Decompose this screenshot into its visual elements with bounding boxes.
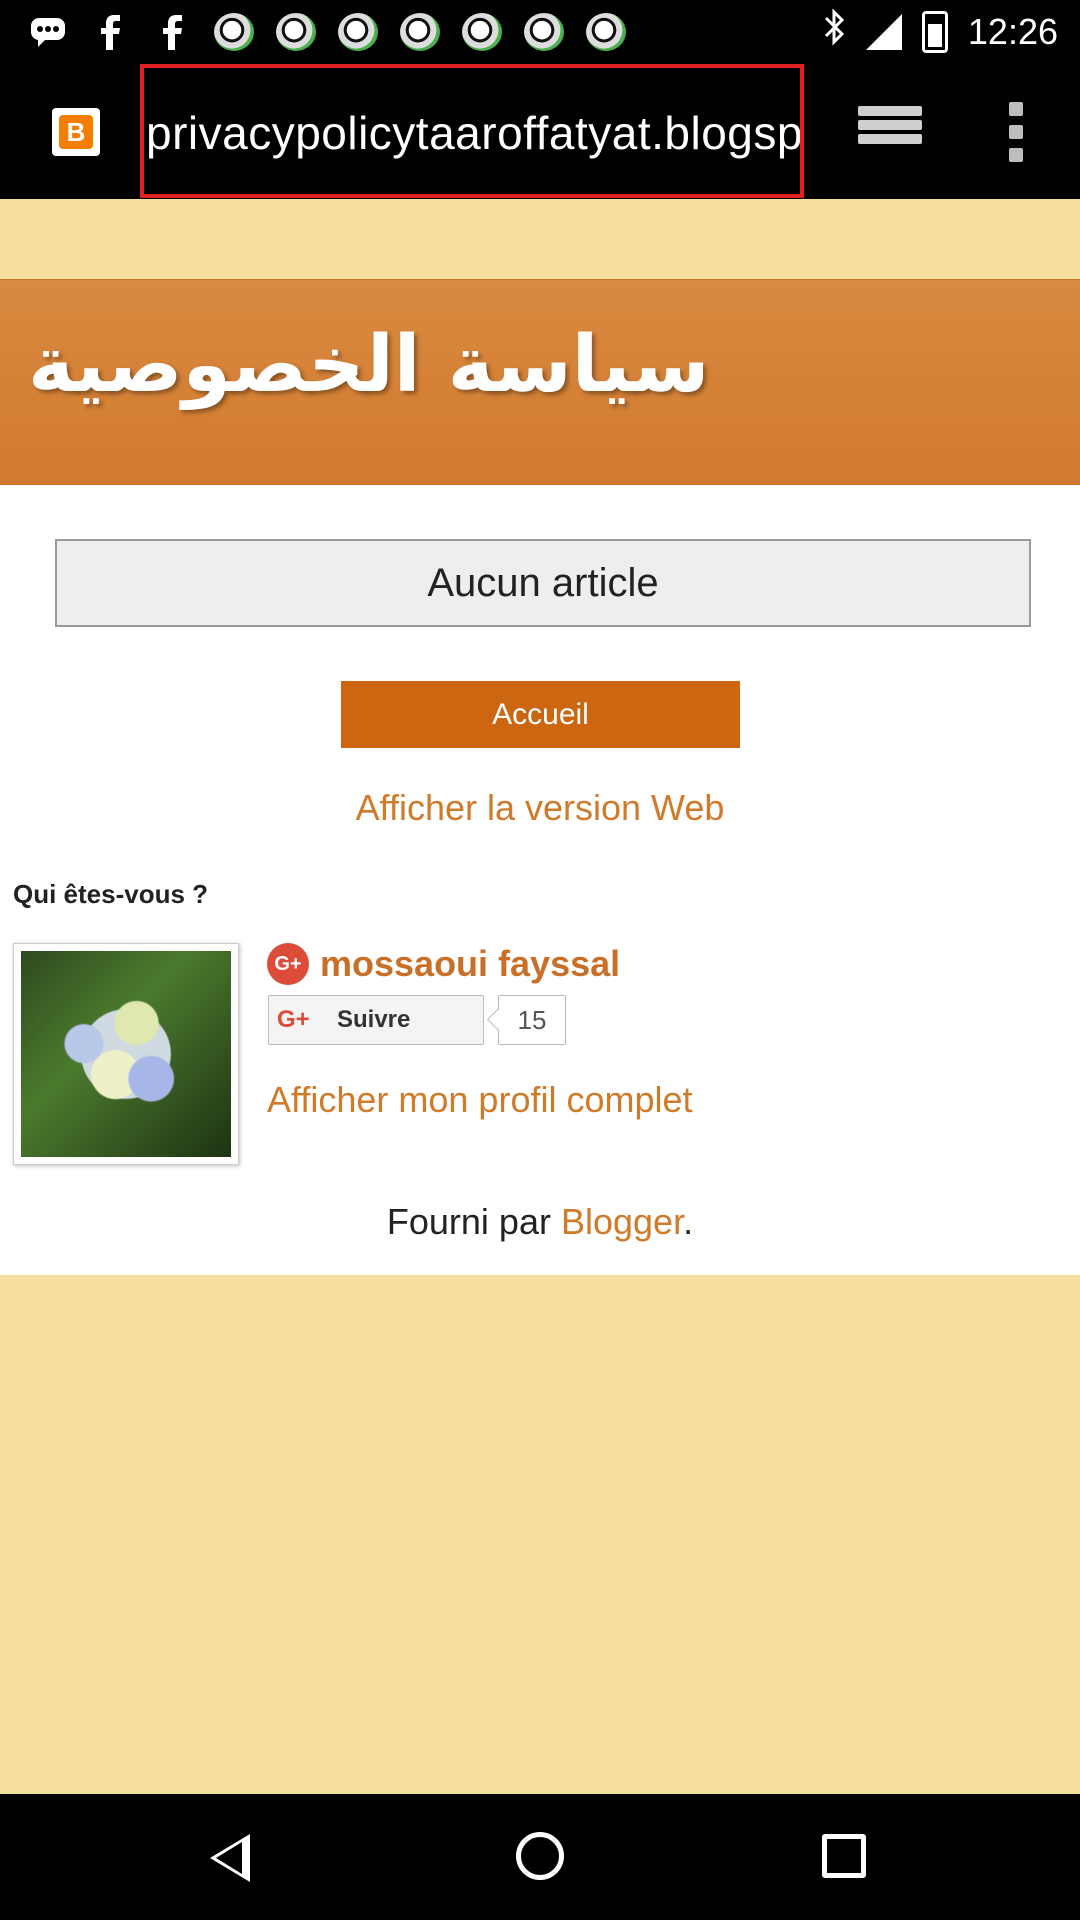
home-button[interactable]: Accueil — [341, 681, 740, 748]
soccer-ball-icon — [400, 12, 440, 52]
powered-prefix: Fourni par — [386, 1201, 561, 1242]
soccer-ball-icon — [276, 12, 316, 52]
facebook-icon — [152, 12, 192, 52]
blog-content: Aucun article Accueil Afficher la versio… — [0, 485, 1080, 1275]
soccer-ball-icon — [524, 12, 564, 52]
no-article-message: Aucun article — [55, 539, 1031, 627]
web-page: سياسة الخصوصية Aucun article Accueil Aff… — [0, 199, 1080, 1794]
who-heading: Qui êtes-vous ? — [13, 879, 209, 909]
powered-by: Fourni par Blogger. — [0, 1201, 1080, 1243]
system-icons: 12:26 — [822, 8, 1058, 55]
tabs-icon[interactable] — [858, 106, 922, 158]
status-bar: 12:26 — [0, 0, 1080, 62]
profile-name[interactable]: mossaoui fayssal — [320, 943, 620, 985]
follow-button[interactable]: G+ Suivre — [268, 995, 484, 1045]
notification-icons — [28, 12, 626, 52]
battery-icon — [921, 10, 948, 53]
site-icon-letter: B — [59, 115, 93, 149]
soccer-ball-icon — [338, 12, 378, 52]
follower-count: 15 — [498, 995, 566, 1045]
browser-toolbar: B privacypolicytaaroffatyat.blogsp — [0, 62, 1080, 199]
signal-icon — [865, 13, 902, 50]
address-bar[interactable]: privacypolicytaaroffatyat.blogsp — [140, 64, 804, 198]
url-text: privacypolicytaaroffatyat.blogsp — [146, 107, 803, 159]
home-icon[interactable] — [516, 1832, 564, 1880]
bluetooth-icon — [822, 8, 846, 55]
full-profile-link[interactable]: Afficher mon profil complet — [267, 1079, 693, 1121]
navigation-bar — [0, 1794, 1080, 1920]
soccer-ball-icon — [462, 12, 502, 52]
blog-title[interactable]: سياسة الخصوصية — [28, 320, 710, 410]
blogger-link[interactable]: Blogger — [561, 1201, 683, 1242]
web-version-link[interactable]: Afficher la version Web — [0, 787, 1080, 829]
powered-suffix: . — [683, 1201, 694, 1242]
blog-header: سياسة الخصوصية — [0, 279, 1080, 485]
soccer-ball-icon — [214, 12, 254, 52]
recent-apps-icon[interactable] — [822, 1834, 866, 1878]
soccer-ball-icon — [586, 12, 626, 52]
facebook-icon — [90, 12, 130, 52]
google-plus-icon: G+ — [267, 943, 309, 985]
blogger-site-icon[interactable]: B — [52, 108, 100, 156]
hydrangea-photo — [21, 951, 231, 1157]
profile-photo[interactable] — [13, 943, 239, 1165]
overflow-menu-icon[interactable] — [1006, 102, 1026, 162]
google-plus-icon: G+ — [277, 1006, 310, 1033]
clock: 12:26 — [967, 10, 1058, 52]
follow-label: Suivre — [337, 1006, 411, 1033]
back-icon[interactable] — [210, 1834, 250, 1882]
message-icon — [28, 12, 68, 52]
